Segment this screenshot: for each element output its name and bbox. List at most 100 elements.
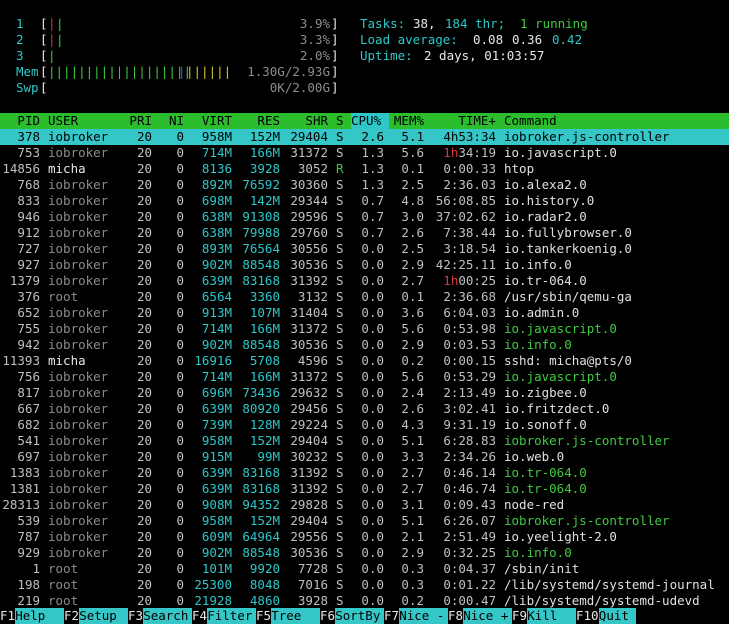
process-row[interactable]: 929 iobroker 20 0 902M 88548 30536 S 0.0 2.9 0:32.… [0, 545, 729, 561]
process-row[interactable]: 11393 micha 20 0 16916 5708 4596 S 0.0 0.2 0:00.15… [0, 353, 729, 369]
process-command: io.javascript.0 [504, 145, 617, 160]
process-row[interactable]: 817 iobroker 20 0 696M 73436 29632 S 0.0 2.4 2:13.… [0, 385, 729, 401]
process-row[interactable]: 14856 micha 20 0 8136 3928 3052 R 1.3 0.1 0:00.33 h… [0, 161, 729, 177]
col-state[interactable]: S [336, 113, 344, 129]
col-res[interactable]: RES [240, 113, 280, 129]
fkey-f8[interactable]: F8 [448, 608, 464, 624]
process-user: iobroker [48, 449, 109, 464]
process-pid: 929 [17, 545, 40, 560]
fkey-f4[interactable]: F4 [192, 608, 208, 624]
process-state: S [336, 257, 344, 272]
fkey-f6-label[interactable]: SortBy [335, 608, 384, 624]
fkey-f2-label[interactable]: Setup [79, 608, 128, 624]
process-user: iobroker [48, 209, 109, 224]
fkey-f1-label[interactable]: Help [15, 608, 64, 624]
fkey-f7[interactable]: F7 [384, 608, 400, 624]
process-shr: 29404 [290, 433, 328, 448]
col-shr[interactable]: SHR [288, 113, 328, 129]
fkey-f10[interactable]: F10 [576, 608, 599, 624]
process-command: io.web.0 [504, 449, 565, 464]
fkey-f9[interactable]: F9 [512, 608, 528, 624]
fkey-f5-label[interactable]: Tree [271, 608, 320, 624]
process-row[interactable]: 541 iobroker 20 0 958M 152M 29404 S 0.0 5.1 6:28.8… [0, 433, 729, 449]
process-row[interactable]: 727 iobroker 20 0 893M 76564 30556 S 0.0 2.5 3:18.… [0, 241, 729, 257]
col-cpu[interactable]: CPU% [351, 113, 389, 129]
process-row[interactable]: 768 iobroker 20 0 892M 76592 30360 S 1.3 2.5 2:36.… [0, 177, 729, 193]
process-row[interactable]: 378 iobroker 20 0 958M 152M 29404 S 2.6 5.1 4h53:3… [0, 129, 729, 145]
process-res: 83168 [242, 465, 280, 480]
process-state: S [336, 305, 344, 320]
process-row[interactable]: 376 root 20 0 6564 3360 3132 S 0.0 0.1 2:36.68/usr… [0, 289, 729, 305]
bracket-open: [ [40, 80, 48, 95]
process-mem: 0.1 [401, 289, 424, 304]
process-pri: 20 [136, 497, 152, 512]
process-res: 76592 [242, 177, 280, 192]
fkey-f10-label[interactable]: Quit [598, 608, 636, 624]
fkey-f3-label[interactable]: Search [143, 608, 192, 624]
col-mem[interactable]: MEM% [392, 113, 424, 129]
process-pri: 20 [136, 161, 152, 176]
process-row[interactable]: 756 iobroker 20 0 714M 166M 31372 S 0.0 5.6 0:53.2… [0, 369, 729, 385]
process-row[interactable]: 1381 iobroker 20 0 639M 83168 31392 S 0.0 2.7 0:46… [0, 481, 729, 497]
process-virt: 892M [201, 177, 232, 192]
process-shr: 29344 [290, 193, 328, 208]
process-time: 37:02.62 [435, 209, 496, 224]
process-state: S [336, 273, 344, 288]
fkey-f3[interactable]: F3 [128, 608, 144, 624]
process-row[interactable]: 667 iobroker 20 0 639M 80920 29456 S 0.0 2.6 3:02.… [0, 401, 729, 417]
process-shr: 29456 [290, 401, 328, 416]
process-user: micha [48, 161, 86, 176]
process-row[interactable]: 219 root 20 0 21928 4860 3928 S 0.0 0.2 0:00.47/li… [0, 593, 729, 609]
process-state: S [336, 209, 344, 224]
col-virt[interactable]: VIRT [192, 113, 232, 129]
process-row[interactable]: 652 iobroker 20 0 913M 107M 31404 S 0.0 3.6 6:04.0… [0, 305, 729, 321]
col-time[interactable]: TIME+ [432, 113, 496, 129]
process-row[interactable]: 682 iobroker 20 0 739M 128M 29224 S 0.0 4.3 9:31.1… [0, 417, 729, 433]
process-row[interactable]: 1 root 20 0 101M 9920 7728 S 0.0 0.3 0:04.37/sbin/… [0, 561, 729, 577]
process-row[interactable]: 946 iobroker 20 0 638M 91308 29596 S 0.7 3.0 37:02… [0, 209, 729, 225]
fkey-f7-label[interactable]: Nice - [399, 608, 448, 624]
process-row[interactable]: 753 iobroker 20 0 714M 166M 31372 S 1.3 5.6 1h34:1… [0, 145, 729, 161]
fkey-f2[interactable]: F2 [64, 608, 80, 624]
col-user[interactable]: USER [48, 113, 78, 129]
process-row[interactable]: 927 iobroker 20 0 902M 88548 30536 S 0.0 2.9 42:25… [0, 257, 729, 273]
process-row[interactable]: 697 iobroker 20 0 915M 99M 30232 S 0.0 3.3 2:34.26… [0, 449, 729, 465]
fkey-f9-label[interactable]: Kill [527, 608, 576, 624]
cpu-percent: 3.9% [299, 16, 330, 31]
process-pri: 20 [136, 561, 152, 576]
process-row[interactable]: 1383 iobroker 20 0 639M 83168 31392 S 0.0 2.7 0:46… [0, 465, 729, 481]
process-row[interactable]: 912 iobroker 20 0 638M 79988 29760 S 0.7 2.6 7:38.… [0, 225, 729, 241]
process-row[interactable]: 28313 iobroker 20 0 908M 94352 29828 S 0.0 3.1 0:0… [0, 497, 729, 513]
process-time: 56:08.85 [435, 193, 496, 208]
fkey-f4-label[interactable]: Filter [207, 608, 256, 624]
process-user: iobroker [48, 305, 109, 320]
col-ni[interactable]: NI [160, 113, 184, 129]
process-row[interactable]: 539 iobroker 20 0 958M 152M 29404 S 0.0 5.1 6:26.0… [0, 513, 729, 529]
process-row[interactable]: 1379 iobroker 20 0 639M 83168 31392 S 0.0 2.7 1h00… [0, 273, 729, 289]
process-row[interactable]: 787 iobroker 20 0 609M 64964 29556 S 0.0 2.1 2:51.… [0, 529, 729, 545]
process-row[interactable]: 755 iobroker 20 0 714M 166M 31372 S 0.0 5.6 0:53.9… [0, 321, 729, 337]
process-user: root [48, 593, 79, 608]
process-state: S [336, 225, 344, 240]
process-pri: 20 [136, 145, 152, 160]
process-row[interactable]: 833 iobroker 20 0 698M 142M 29344 S 0.7 4.8 56:08.… [0, 193, 729, 209]
process-row[interactable]: 198 root 20 0 25300 8048 7016 S 0.0 0.3 0:01.22/li… [0, 577, 729, 593]
process-row[interactable]: 942 iobroker 20 0 902M 88548 30536 S 0.0 2.9 0:03.… [0, 337, 729, 353]
process-ni: 0 [176, 305, 184, 320]
process-time: 0:00.33 [443, 161, 496, 176]
col-pri[interactable]: PRI [120, 113, 152, 129]
fkey-f8-label[interactable]: Nice + [463, 608, 512, 624]
fkey-f5[interactable]: F5 [256, 608, 272, 624]
col-command[interactable]: Command [504, 113, 557, 129]
process-mem: 5.6 [401, 145, 424, 160]
swp-value: 0K/2.00G [269, 80, 330, 95]
process-time: 2:13.49 [443, 385, 496, 400]
col-pid[interactable]: PID [0, 113, 40, 129]
process-shr: 31372 [290, 369, 328, 384]
process-pri: 20 [136, 577, 152, 592]
fkey-f6[interactable]: F6 [320, 608, 336, 624]
process-state: S [336, 129, 344, 144]
process-command: io.tankerkoenig.0 [504, 241, 632, 256]
fkey-f1[interactable]: F1 [0, 608, 16, 624]
process-pid: 753 [17, 145, 40, 160]
